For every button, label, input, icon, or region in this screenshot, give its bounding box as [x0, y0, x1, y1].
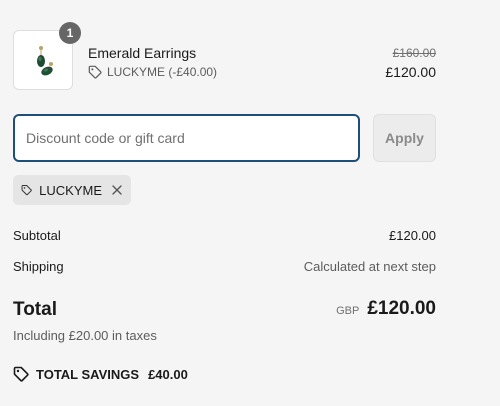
quantity-badge: 1 — [59, 22, 81, 44]
tag-icon — [21, 184, 32, 196]
shipping-value: Calculated at next step — [303, 259, 436, 274]
order-summary: 1 Emerald Earrings LUCKYME (-£40.00) £16… — [0, 0, 500, 406]
taxes-note: Including £20.00 in taxes — [13, 328, 157, 343]
product-name: Emerald Earrings — [88, 45, 197, 61]
product-discount: LUCKYME (-£40.00) — [88, 65, 217, 79]
total-label: Total — [13, 299, 57, 320]
subtotal-row: Subtotal £120.00 — [13, 228, 436, 243]
currency-code: GBP — [336, 305, 360, 317]
total-amount: GBP £120.00 — [336, 298, 436, 320]
product-discount-label: LUCKYME (-£40.00) — [107, 65, 218, 79]
discount-code-input[interactable] — [13, 114, 360, 162]
total-row: Total GBP £120.00 — [13, 298, 436, 324]
original-price: £160.00 — [392, 46, 436, 60]
line-item: 1 Emerald Earrings LUCKYME (-£40.00) £16… — [13, 22, 436, 90]
applied-code-label: LUCKYME — [39, 182, 102, 198]
total-value: £120.00 — [367, 298, 436, 319]
discounted-price: £120.00 — [385, 64, 436, 80]
savings-label: TOTAL SAVINGS — [36, 366, 140, 382]
subtotal-label: Subtotal — [13, 228, 61, 243]
applied-discount-tag: LUCKYME — [13, 175, 131, 205]
tag-icon — [13, 366, 29, 382]
tag-icon — [88, 65, 102, 79]
apply-button[interactable]: Apply — [373, 114, 436, 162]
savings-value: £40.00 — [148, 366, 188, 382]
remove-discount-button[interactable] — [111, 183, 123, 197]
close-icon — [112, 185, 122, 195]
total-savings: TOTAL SAVINGS £40.00 — [13, 366, 188, 382]
subtotal-value: £120.00 — [389, 228, 436, 243]
shipping-label: Shipping — [13, 259, 64, 274]
shipping-row: Shipping Calculated at next step — [13, 259, 436, 274]
